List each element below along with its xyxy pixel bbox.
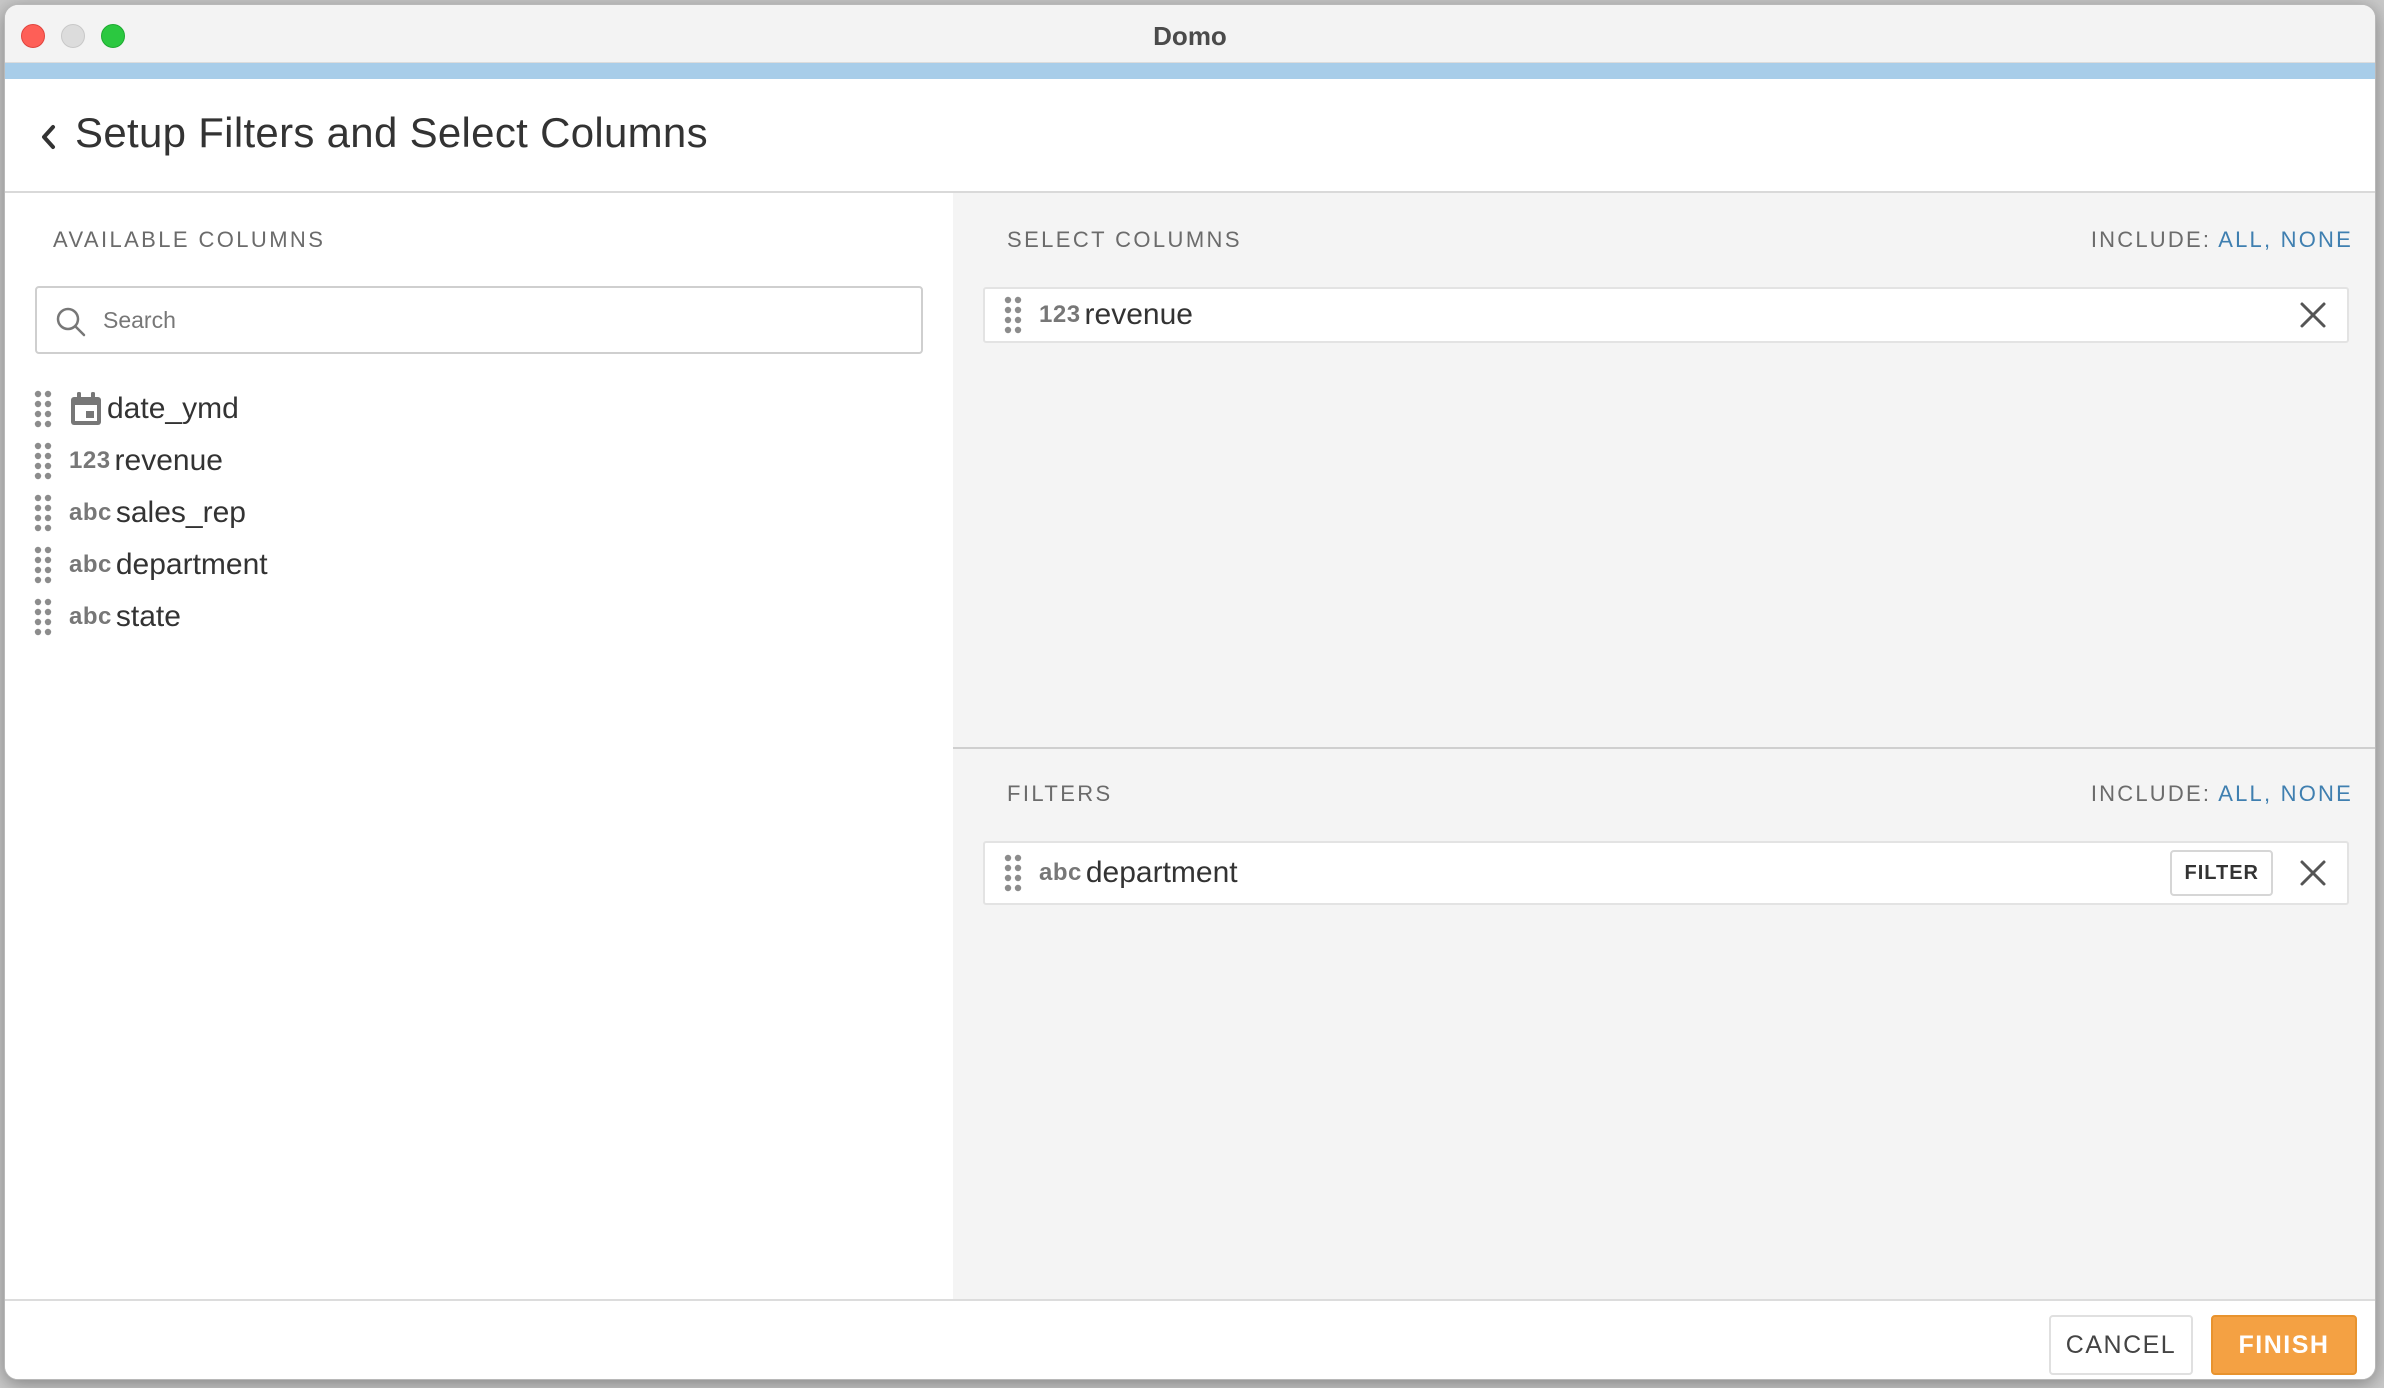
drag-handle-icon[interactable] — [33, 441, 53, 481]
selected-column-card[interactable]: 123 revenue — [983, 287, 2349, 343]
available-columns-pane: AVAILABLE COLUMNS Search date_ymd 123 re… — [5, 193, 953, 1299]
select-columns-label: SELECT COLUMNS — [1007, 227, 1242, 252]
search-box[interactable] — [35, 286, 923, 354]
close-icon — [2300, 860, 2326, 886]
drag-handle-icon[interactable] — [33, 389, 53, 429]
list-item[interactable]: abc sales_rep — [33, 487, 913, 539]
remove-filter-button[interactable] — [2293, 853, 2333, 893]
finish-button[interactable]: FINISH — [2211, 1315, 2357, 1375]
calendar-icon — [69, 391, 103, 427]
list-item[interactable]: abc department — [33, 539, 913, 591]
back-button[interactable] — [29, 117, 69, 157]
text-type-icon: abc — [69, 499, 112, 526]
filter-button[interactable]: FILTER — [2170, 850, 2273, 896]
accent-bar — [5, 63, 2375, 79]
column-name: department — [115, 548, 268, 581]
available-columns-list: date_ymd 123 revenue abc sales_rep abc d… — [33, 383, 913, 643]
filters-include: INCLUDE: ALL, NONE — [2091, 781, 2353, 807]
list-item[interactable]: 123 revenue — [33, 435, 913, 487]
number-type-icon: 123 — [69, 447, 111, 474]
include-separator: , — [2264, 227, 2273, 252]
window-title: Domo — [1153, 21, 1227, 51]
close-icon — [2300, 302, 2326, 328]
text-type-icon: abc — [69, 551, 112, 578]
text-type-icon: abc — [69, 603, 112, 630]
list-item[interactable]: abc state — [33, 591, 913, 643]
filter-column-card[interactable]: abc department FILTER — [983, 841, 2349, 905]
drag-handle-icon[interactable] — [1003, 853, 1023, 893]
search-input[interactable] — [103, 298, 903, 342]
drag-handle-icon[interactable] — [33, 597, 53, 637]
available-columns-label: AVAILABLE COLUMNS — [53, 227, 326, 252]
drag-handle-icon[interactable] — [33, 493, 53, 533]
include-label: INCLUDE: — [2090, 227, 2212, 252]
right-pane: SELECT COLUMNS INCLUDE: ALL, NONE 123 re… — [953, 193, 2375, 1299]
include-separator: , — [2264, 781, 2273, 806]
column-name: sales_rep — [115, 496, 246, 529]
filters-label: FILTERS — [1007, 781, 1113, 806]
remove-column-button[interactable] — [2293, 295, 2333, 335]
app-window: Domo Setup Filters and Select Columns AV… — [4, 4, 2376, 1380]
include-label: INCLUDE: — [2090, 781, 2212, 806]
page-header: Setup Filters and Select Columns — [5, 79, 2375, 193]
include-all-link[interactable]: ALL — [2218, 781, 2264, 806]
column-name: department — [1085, 856, 1238, 889]
drag-handle-icon[interactable] — [1003, 295, 1023, 335]
list-item[interactable]: date_ymd — [33, 383, 913, 435]
footer: CANCEL FINISH — [5, 1299, 2375, 1379]
column-name: date_ymd — [107, 392, 239, 425]
column-name: state — [115, 600, 181, 633]
cancel-button[interactable]: CANCEL — [2049, 1315, 2193, 1375]
drag-handle-icon[interactable] — [33, 545, 53, 585]
text-type-icon: abc — [1039, 859, 1082, 886]
title-bar: Domo — [5, 5, 2375, 63]
column-name: revenue — [1084, 298, 1193, 331]
include-all-link[interactable]: ALL — [2218, 227, 2264, 252]
include-none-link[interactable]: NONE — [2281, 227, 2353, 252]
page-title: Setup Filters and Select Columns — [75, 109, 708, 156]
number-type-icon: 123 — [1039, 301, 1081, 328]
select-columns-include: INCLUDE: ALL, NONE — [2091, 227, 2353, 253]
chevron-left-icon — [42, 125, 55, 149]
include-none-link[interactable]: NONE — [2281, 781, 2353, 806]
search-icon — [56, 307, 86, 337]
section-divider[interactable] — [953, 747, 2375, 749]
column-name: revenue — [114, 444, 223, 477]
